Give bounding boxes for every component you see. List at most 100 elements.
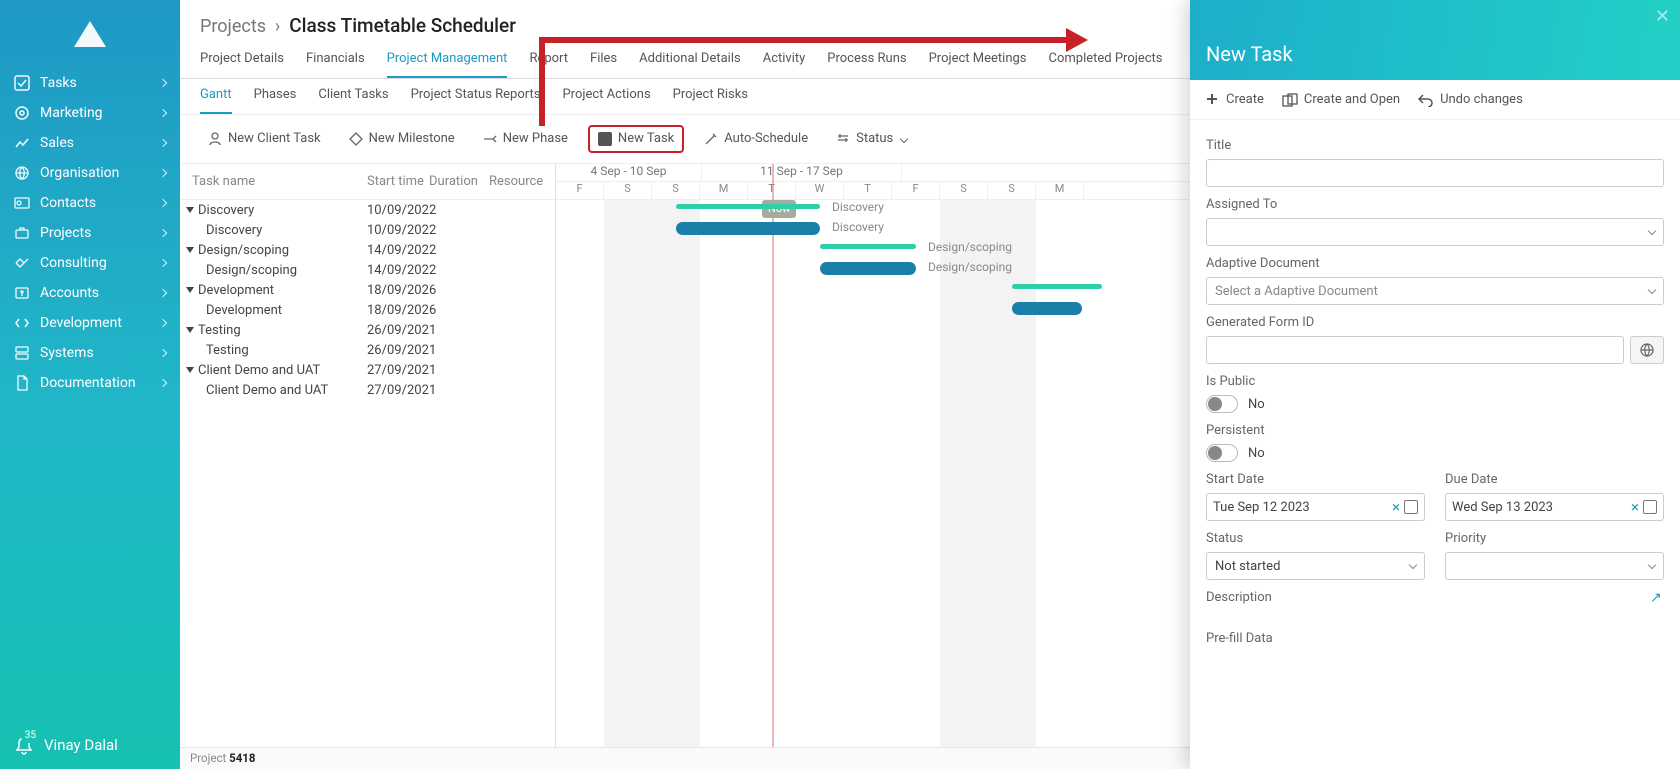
close-icon[interactable]: ✕ xyxy=(1655,6,1670,27)
gantt-summary-bar[interactable] xyxy=(676,204,820,209)
sidebar-item-organisation[interactable]: Organisation xyxy=(0,158,180,188)
subtab-status-reports[interactable]: Project Status Reports xyxy=(411,79,541,114)
persistent-toggle[interactable] xyxy=(1206,444,1238,462)
tab-activity[interactable]: Activity xyxy=(763,43,806,78)
chevron-right-icon xyxy=(159,289,167,297)
col-resource: Resource xyxy=(489,174,549,189)
create-and-open-button[interactable]: Create and Open xyxy=(1282,92,1400,107)
calendar-icon[interactable] xyxy=(1643,500,1657,514)
subtab-actions[interactable]: Project Actions xyxy=(562,79,650,114)
task-row[interactable]: Discovery10/09/20232 xyxy=(180,220,555,240)
user-info[interactable]: 35 Vinay Dalal xyxy=(0,721,180,769)
toggle-value: No xyxy=(1248,397,1265,412)
sidebar-item-development[interactable]: Development xyxy=(0,308,180,338)
priority-select[interactable] xyxy=(1445,552,1664,580)
bell-icon[interactable]: 35 xyxy=(14,735,34,755)
new-phase-button[interactable]: New Phase xyxy=(475,127,576,151)
sidebar-item-systems[interactable]: Systems xyxy=(0,338,180,368)
panel-header: New Task ✕ xyxy=(1190,0,1680,80)
task-row[interactable]: Design/scoping14/09/20232 xyxy=(180,240,555,260)
task-row[interactable]: Client Demo and UAT27/09/20231 xyxy=(180,360,555,380)
handshake-icon xyxy=(14,255,30,271)
new-task-button[interactable]: New Task xyxy=(588,125,684,153)
due-date-input[interactable]: Wed Sep 13 2023 × xyxy=(1445,493,1664,521)
chevron-down-icon xyxy=(1648,227,1656,235)
status-select[interactable]: Not started xyxy=(1206,552,1425,580)
expand-icon[interactable] xyxy=(1650,590,1664,604)
tab-financials[interactable]: Financials xyxy=(306,43,365,78)
server-icon xyxy=(14,345,30,361)
tab-project-details[interactable]: Project Details xyxy=(200,43,284,78)
new-milestone-button[interactable]: New Milestone xyxy=(341,127,463,151)
label-form-id: Generated Form ID xyxy=(1206,315,1664,330)
label-assigned: Assigned To xyxy=(1206,197,1664,212)
label-start-date: Start Date xyxy=(1206,472,1425,487)
tab-report[interactable]: Report xyxy=(529,43,568,78)
task-row[interactable]: Testing26/09/20231 xyxy=(180,320,555,340)
file-icon xyxy=(14,375,30,391)
nav-label: Organisation xyxy=(40,165,150,181)
col-start-time: Start time xyxy=(367,174,429,189)
auto-schedule-button[interactable]: Auto-Schedule xyxy=(696,127,816,151)
status-dropdown[interactable]: Status xyxy=(828,127,915,151)
form-id-input[interactable] xyxy=(1206,336,1624,364)
chevron-right-icon xyxy=(159,229,167,237)
sidebar-item-consulting[interactable]: Consulting xyxy=(0,248,180,278)
gantt-task-bar[interactable] xyxy=(820,262,916,275)
subtab-phases[interactable]: Phases xyxy=(254,79,297,114)
is-public-toggle[interactable] xyxy=(1206,395,1238,413)
tab-additional-details[interactable]: Additional Details xyxy=(639,43,741,78)
assigned-to-select[interactable] xyxy=(1206,218,1664,246)
subtab-client-tasks[interactable]: Client Tasks xyxy=(318,79,388,114)
gantt-task-bar[interactable] xyxy=(676,222,820,235)
label-due-date: Due Date xyxy=(1445,472,1664,487)
task-row[interactable]: Discovery10/09/20232 xyxy=(180,200,555,220)
task-row[interactable]: Development18/09/20236 xyxy=(180,300,555,320)
create-button[interactable]: Create xyxy=(1206,92,1264,107)
sidebar-item-documentation[interactable]: Documentation xyxy=(0,368,180,398)
tab-project-meetings[interactable]: Project Meetings xyxy=(929,43,1027,78)
globe-button[interactable] xyxy=(1630,336,1664,364)
calendar-icon[interactable] xyxy=(1404,500,1418,514)
tab-files[interactable]: Files xyxy=(590,43,617,78)
title-input[interactable] xyxy=(1206,159,1664,187)
nav-label: Contacts xyxy=(40,195,150,211)
sidebar-item-tasks[interactable]: Tasks xyxy=(0,68,180,98)
undo-button[interactable]: Undo changes xyxy=(1418,92,1523,107)
subtab-gantt[interactable]: Gantt xyxy=(200,79,232,114)
annotation-arrow xyxy=(539,37,1069,43)
new-client-task-button[interactable]: New Client Task xyxy=(200,127,329,151)
sidebar-item-projects[interactable]: Projects xyxy=(0,218,180,248)
milestone-icon xyxy=(349,132,363,146)
start-date-input[interactable]: Tue Sep 12 2023 × xyxy=(1206,493,1425,521)
task-row[interactable]: Client Demo and UAT27/09/20231 xyxy=(180,380,555,400)
phase-icon xyxy=(483,132,497,146)
adaptive-document-select[interactable]: Select a Adaptive Document xyxy=(1206,277,1664,305)
plus-icon xyxy=(1206,93,1220,107)
subtab-risks[interactable]: Project Risks xyxy=(673,79,748,114)
tab-project-management[interactable]: Project Management xyxy=(387,43,508,78)
sidebar-item-marketing[interactable]: Marketing xyxy=(0,98,180,128)
sidebar-item-contacts[interactable]: Contacts xyxy=(0,188,180,218)
breadcrumb-root[interactable]: Projects xyxy=(200,16,266,37)
chevron-right-icon xyxy=(159,349,167,357)
chevron-down-icon xyxy=(1648,286,1656,294)
gantt-task-bar[interactable] xyxy=(1012,302,1082,315)
dollar-icon xyxy=(14,285,30,301)
chevron-down-icon xyxy=(1409,561,1417,569)
tab-process-runs[interactable]: Process Runs xyxy=(827,43,906,78)
clear-icon[interactable]: × xyxy=(1631,498,1639,516)
sidebar-item-accounts[interactable]: Accounts xyxy=(0,278,180,308)
col-duration: Duration xyxy=(429,174,489,189)
globe-icon xyxy=(14,165,30,181)
task-row[interactable]: Testing26/09/20231 xyxy=(180,340,555,360)
gantt-summary-bar[interactable] xyxy=(820,244,916,249)
task-row[interactable]: Design/scoping14/09/20232 xyxy=(180,260,555,280)
week-range: 4 Sep - 10 Sep xyxy=(556,164,702,181)
gantt-summary-bar[interactable] xyxy=(1012,284,1102,289)
chevron-right-icon xyxy=(159,79,167,87)
task-row[interactable]: Development18/09/20236 xyxy=(180,280,555,300)
sidebar-item-sales[interactable]: Sales xyxy=(0,128,180,158)
clear-icon[interactable]: × xyxy=(1392,498,1400,516)
create-open-icon xyxy=(1282,93,1298,107)
